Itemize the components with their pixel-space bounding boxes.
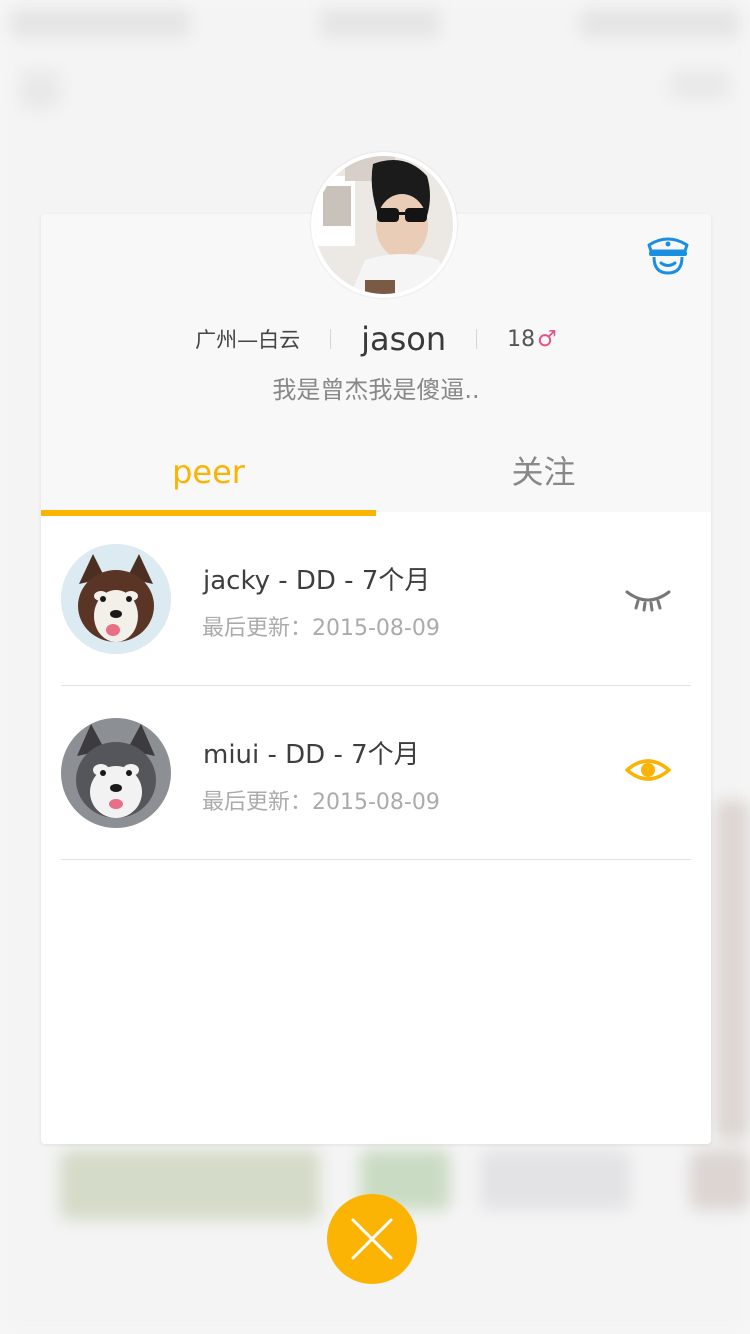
eye-open-icon[interactable]: [624, 746, 672, 794]
pet-title: miui - DD - 7个月: [203, 740, 420, 770]
age-label: 18: [507, 326, 536, 352]
police-cap-icon[interactable]: [645, 233, 691, 275]
close-button[interactable]: [327, 1194, 417, 1284]
gender-male-icon: ♂: [537, 326, 557, 352]
pet-updated: 最后更新：2015-08-09: [202, 790, 440, 815]
pet-row[interactable]: miui - DD - 7个月 最后更新：2015-08-09: [61, 686, 691, 860]
tab-follow[interactable]: 关注: [376, 436, 711, 512]
username: jason: [361, 320, 447, 358]
close-icon: [351, 1218, 393, 1260]
location-label: 广州—白云: [195, 328, 301, 352]
pet-avatar: [61, 544, 171, 654]
user-photo-icon: [315, 156, 453, 294]
dog-photo-icon: [61, 544, 171, 654]
dog-photo-icon: [61, 718, 171, 828]
divider: [330, 329, 332, 349]
pet-list: jacky - DD - 7个月 最后更新：2015-08-09 miui - …: [61, 512, 691, 860]
pet-updated: 最后更新：2015-08-09: [202, 616, 440, 641]
tab-peer[interactable]: peer: [41, 436, 376, 516]
pet-title: jacky - DD - 7个月: [203, 566, 431, 596]
avatar: [311, 152, 457, 298]
pet-avatar: [61, 718, 171, 828]
tab-bar: peer 关注: [41, 436, 711, 516]
bio-text: 我是曾杰我是傻逼..: [272, 376, 480, 404]
profile-info: 广州—白云 jason 18 ♂: [41, 314, 711, 364]
divider: [476, 329, 478, 349]
pet-row[interactable]: jacky - DD - 7个月 最后更新：2015-08-09: [61, 512, 691, 686]
eye-closed-icon[interactable]: [624, 572, 672, 620]
